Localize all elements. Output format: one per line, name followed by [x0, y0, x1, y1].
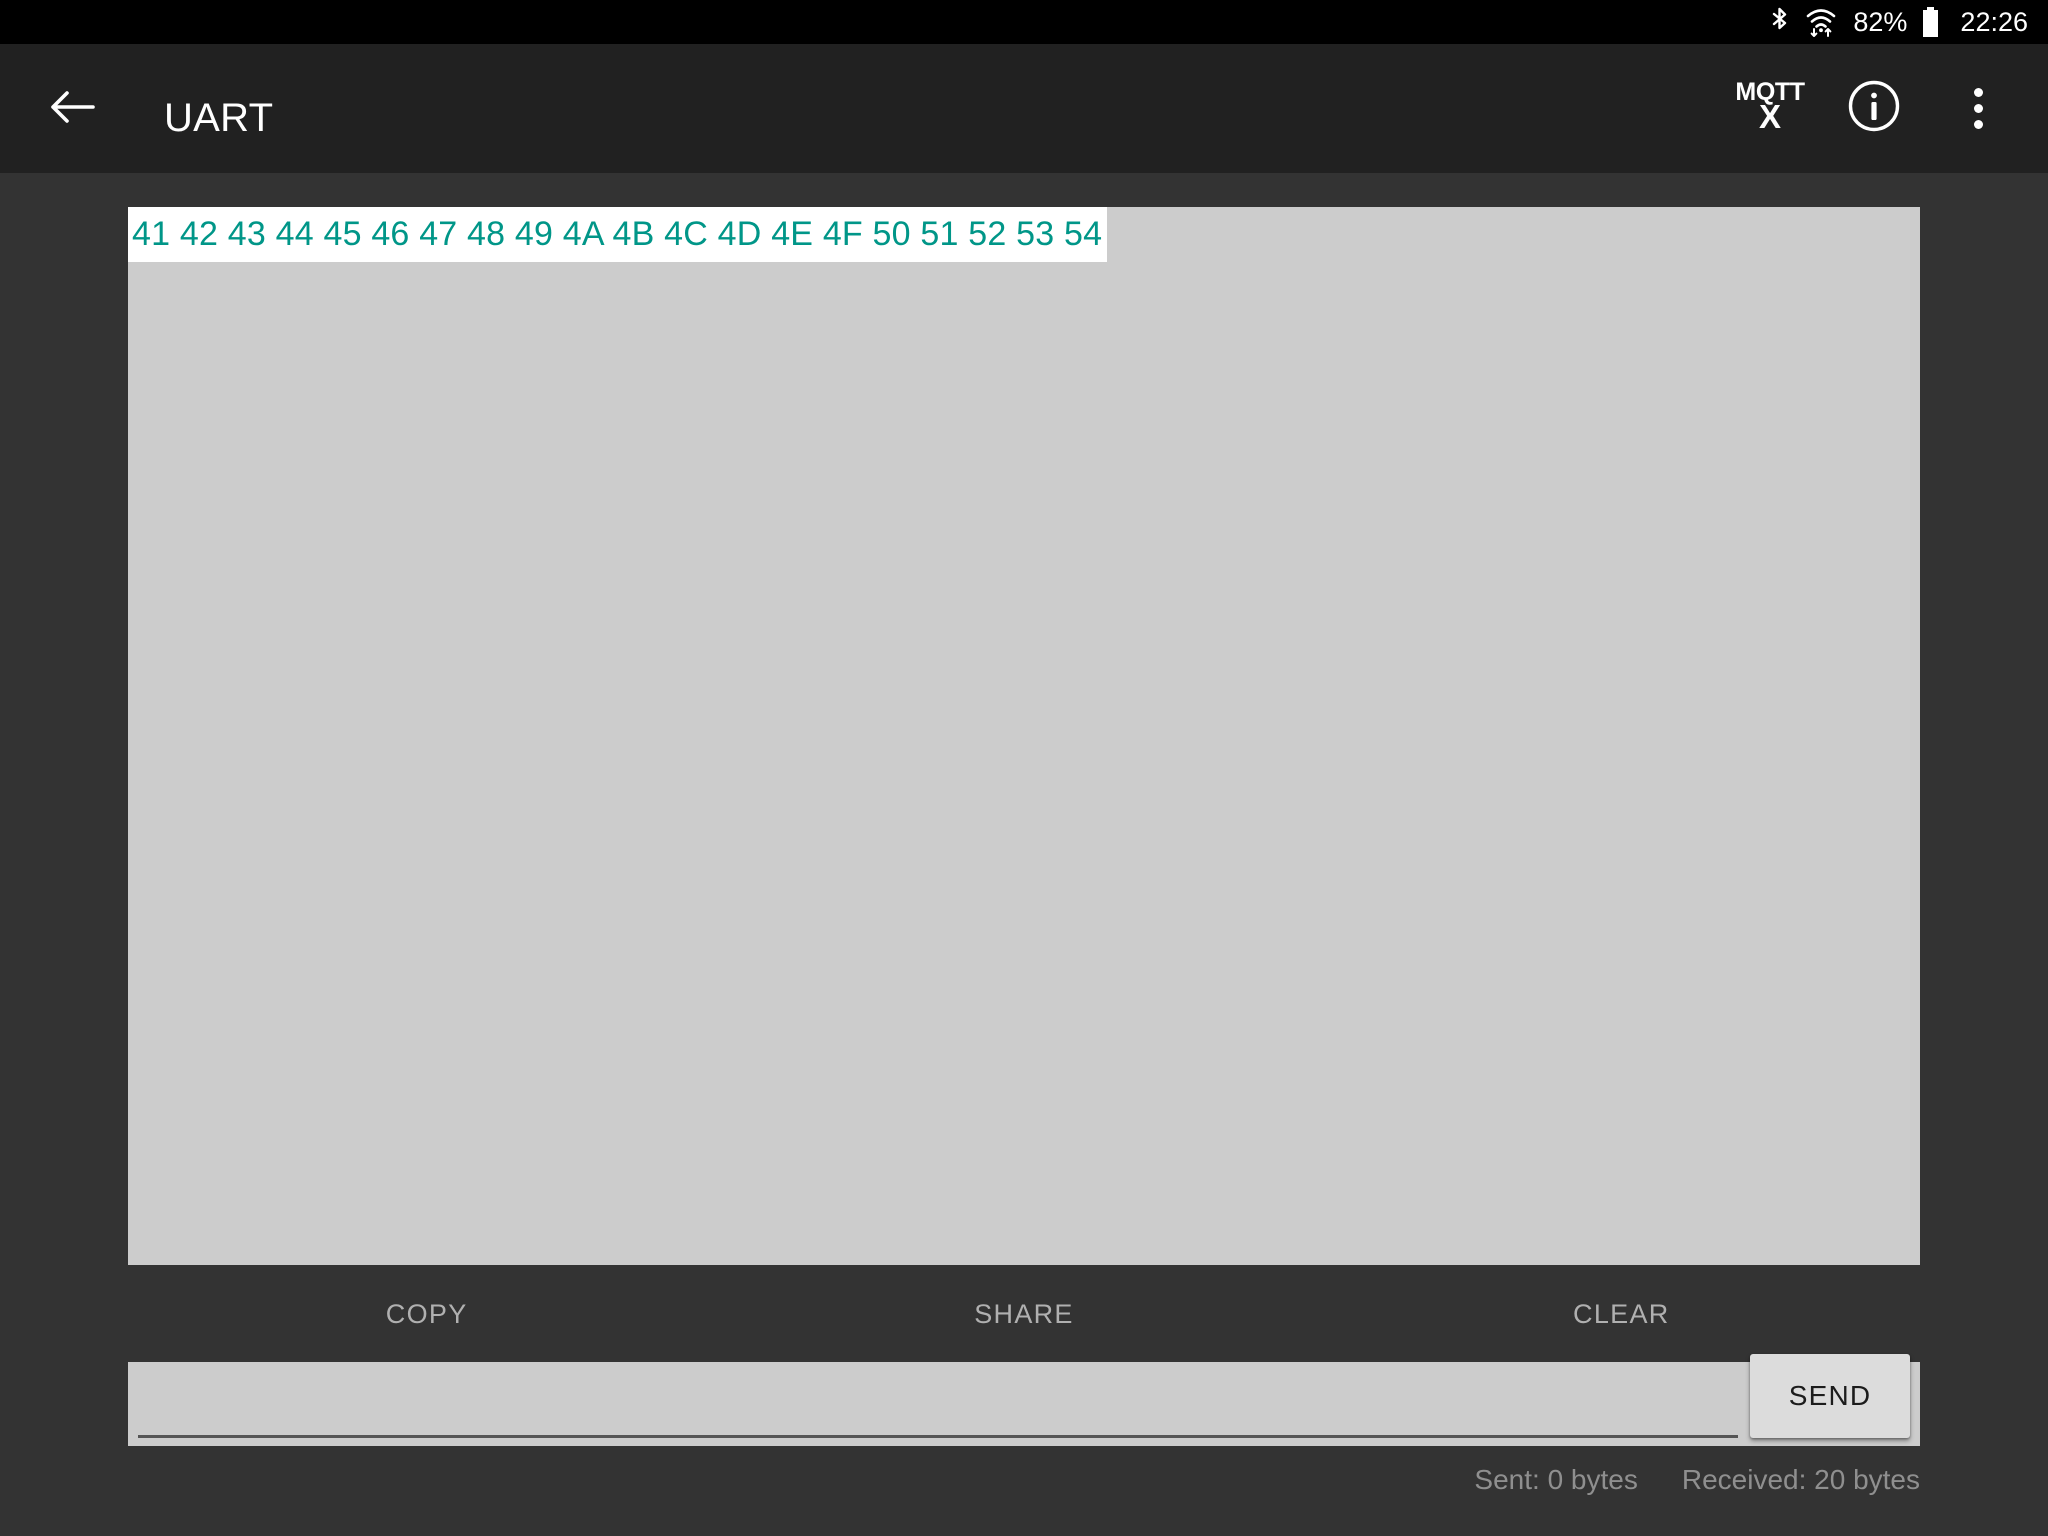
terminal-action-row: COPY SHARE CLEAR [128, 1265, 1920, 1363]
clock-label: 22:26 [1960, 6, 2028, 37]
terminal-output[interactable]: 41 42 43 44 45 46 47 48 49 4A 4B 4C 4D 4… [128, 207, 1920, 1265]
app-bar: UART MQTT X [0, 44, 2048, 173]
terminal-line: 41 42 43 44 45 46 47 48 49 4A 4B 4C 4D 4… [128, 207, 1108, 263]
send-row: SEND [128, 1354, 1920, 1446]
mqttx-button[interactable]: MQTT X [1718, 57, 1822, 161]
back-arrow-icon [49, 89, 95, 130]
clear-button[interactable]: CLEAR [1323, 1265, 1920, 1363]
overflow-menu-button[interactable] [1926, 57, 2030, 161]
battery-percent-label: 82% [1853, 6, 1908, 37]
mqttx-logo-icon: MQTT X [1735, 79, 1805, 135]
app-bar-actions: MQTT X [1718, 44, 2030, 173]
send-button[interactable]: SEND [1750, 1354, 1910, 1438]
uart-terminal-screen: 82% 22:26 UART MQTT X 41 42 43 44 45 46 … [0, 0, 2048, 1536]
page-title: UART [164, 96, 274, 140]
overflow-menu-icon [1973, 88, 1983, 129]
share-button[interactable]: SHARE [725, 1265, 1322, 1363]
mqttx-logo-bottom-label: X [1758, 97, 1781, 135]
received-bytes-label: Received: 20 bytes [1681, 1464, 1920, 1495]
status-bar: 82% 22:26 [0, 0, 2048, 44]
battery-icon [1921, 6, 1940, 38]
info-icon [1847, 79, 1901, 138]
copy-button[interactable]: COPY [128, 1265, 725, 1363]
back-button[interactable] [38, 78, 106, 140]
send-input[interactable] [138, 1362, 1738, 1438]
wifi-icon [1805, 6, 1839, 38]
status-bar-items: 82% 22:26 [1769, 6, 2028, 38]
bluetooth-icon [1769, 7, 1791, 37]
byte-counters: Sent: 0 bytes Received: 20 bytes [1474, 1466, 1920, 1494]
info-button[interactable] [1822, 57, 1926, 161]
sent-bytes-label: Sent: 0 bytes [1474, 1464, 1638, 1495]
